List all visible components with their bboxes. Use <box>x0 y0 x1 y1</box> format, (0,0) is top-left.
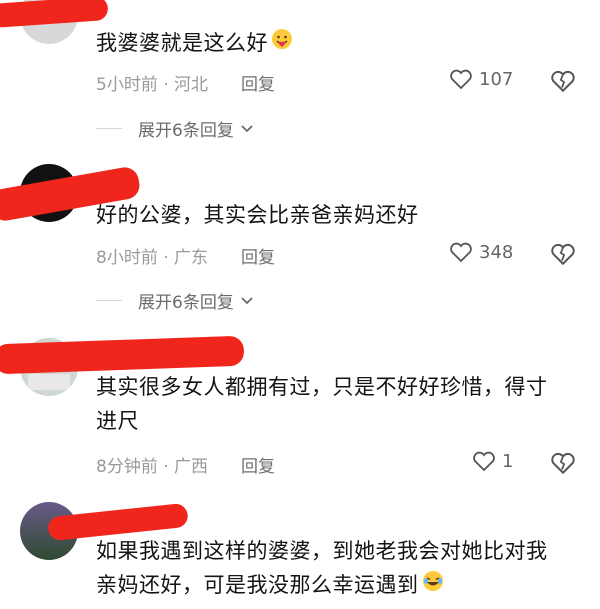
expand-replies-button[interactable]: 展开6条回复 <box>96 116 254 141</box>
comment-text: 其实很多女人都拥有过，只是不好好珍惜，得寸 进尺 <box>96 375 548 433</box>
heart-outline-icon <box>450 242 472 263</box>
expand-label: 展开6条回复 <box>138 293 234 313</box>
like-count: 348 <box>479 241 514 263</box>
reply-button[interactable]: 回复 <box>241 243 275 268</box>
expand-label: 展开6条回复 <box>138 121 234 141</box>
comment-text: 好的公婆，其实会比亲爸亲妈还好 <box>96 203 419 227</box>
comment-meta: 5小时前 · 河北 <box>96 75 209 95</box>
comment-meta: 8小时前 · 广东 <box>96 248 209 268</box>
chevron-down-icon <box>241 124 253 132</box>
like-button[interactable]: 1 <box>472 450 513 472</box>
comment-text: 我婆婆就是这么好 <box>96 26 576 61</box>
chevron-down-icon <box>241 296 253 304</box>
comment-item: 我婆婆就是这么好 5小时前 · 河北 回复 107 展开6条回复 <box>0 0 600 150</box>
comment-item: 其实很多女人都拥有过，只是不好好珍惜，得寸 进尺 8分钟前 · 广西 回复 1 <box>0 330 600 490</box>
heart-outline-icon <box>473 451 495 472</box>
hug-heart-emoji <box>270 27 294 61</box>
rofl-emoji <box>421 569 445 603</box>
like-button[interactable]: 348 <box>449 241 513 263</box>
divider-line <box>96 128 122 129</box>
broken-heart-icon[interactable] <box>550 241 576 267</box>
comment-item: 如果我遇到这样的婆婆，到她老我会对她比对我 亲妈还好，可是我没那么幸运遇到 <box>0 496 600 609</box>
broken-heart-icon[interactable] <box>550 450 576 476</box>
reply-button[interactable]: 回复 <box>241 452 275 477</box>
broken-heart-icon[interactable] <box>550 68 576 94</box>
like-button[interactable]: 107 <box>449 68 513 90</box>
divider-line <box>96 300 122 301</box>
heart-outline-icon <box>450 69 472 90</box>
like-count: 107 <box>479 68 514 90</box>
reply-button[interactable]: 回复 <box>241 70 275 95</box>
expand-replies-button[interactable]: 展开6条回复 <box>96 288 254 313</box>
comment-item: 好的公婆，其实会比亲爸亲妈还好 8小时前 · 广东 回复 348 展开6条回复 <box>0 160 600 320</box>
comment-text: 如果我遇到这样的婆婆，到她老我会对她比对我 亲妈还好，可是我没那么幸运遇到 <box>96 534 576 603</box>
comment-meta: 8分钟前 · 广西 <box>96 457 209 477</box>
like-count: 1 <box>502 450 514 472</box>
